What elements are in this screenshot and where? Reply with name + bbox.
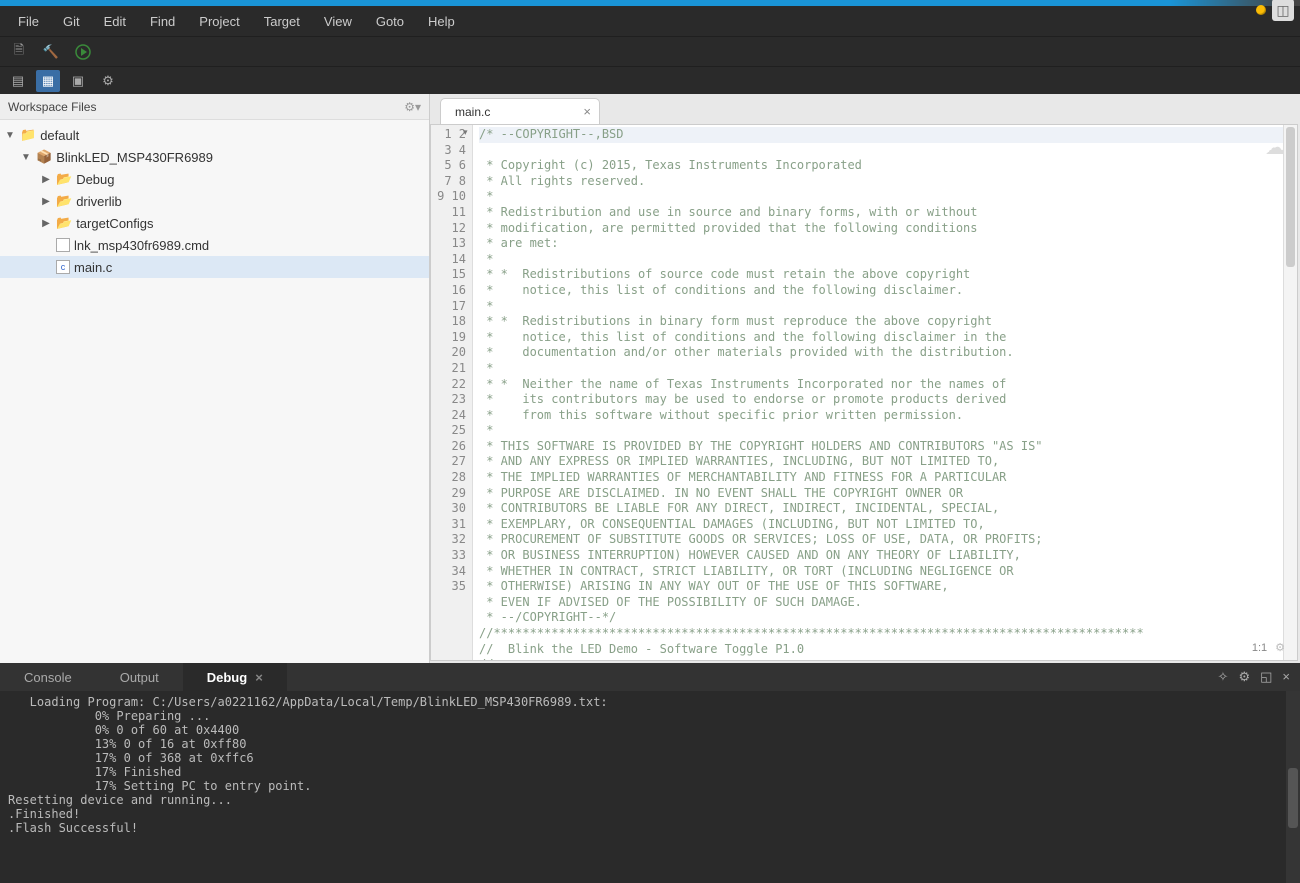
- console-scrollbar[interactable]: [1286, 691, 1300, 883]
- file-icon: [56, 238, 70, 252]
- menu-file[interactable]: File: [8, 10, 49, 33]
- bottom-tabbar: Console Output Debug × ✧ ⚙ ◱ ×: [0, 663, 1300, 691]
- panel-close-icon[interactable]: ×: [1282, 669, 1290, 685]
- tree-folder[interactable]: ▶📂 Debug: [0, 168, 429, 190]
- bottom-tab-label: Console: [24, 670, 72, 685]
- view-toolbar: ▤ ▦ ▣ ⚙: [0, 66, 1300, 94]
- file-icon: c: [56, 260, 70, 274]
- editor-tab-label: main.c: [455, 105, 490, 119]
- clear-icon[interactable]: ✧: [1218, 669, 1229, 685]
- tree-file[interactable]: c main.c: [0, 256, 429, 278]
- menu-view[interactable]: View: [314, 10, 362, 33]
- close-icon[interactable]: ×: [255, 670, 263, 685]
- tree-folder-label: driverlib: [76, 194, 122, 209]
- code-editor[interactable]: 1 2 3 4 5 6 7 8 9 10 11 12 13 14 15 16 1…: [430, 124, 1298, 661]
- project-root-icon: 📁: [20, 127, 36, 143]
- cloud-icon[interactable]: ☁: [1265, 135, 1285, 160]
- view-layout-3-icon[interactable]: ▣: [66, 70, 90, 92]
- editor-tabbar: main.c ×: [430, 94, 1300, 124]
- menu-edit[interactable]: Edit: [94, 10, 136, 33]
- tree-file-label: main.c: [74, 260, 112, 275]
- sidebar-gear-icon[interactable]: ⚙▾: [404, 100, 421, 114]
- folder-icon: 📂: [56, 215, 72, 231]
- bottom-tab-output[interactable]: Output: [96, 663, 183, 691]
- toolbar: 🗎 🔨: [0, 36, 1300, 66]
- menu-goto[interactable]: Goto: [366, 10, 414, 33]
- bottom-tab-console[interactable]: Console: [0, 663, 96, 691]
- menu-find[interactable]: Find: [140, 10, 185, 33]
- bottom-panel: Console Output Debug × ✧ ⚙ ◱ × Loading Prog…: [0, 663, 1300, 883]
- tree-project[interactable]: ▼📦 BlinkLED_MSP430FR6989: [0, 146, 429, 168]
- window-app-icon[interactable]: ◫: [1272, 0, 1294, 21]
- bottom-tab-label: Output: [120, 670, 159, 685]
- view-layout-2-icon[interactable]: ▦: [36, 70, 60, 92]
- menu-target[interactable]: Target: [254, 10, 310, 33]
- tree-file[interactable]: lnk_msp430fr6989.cmd: [0, 234, 429, 256]
- sidebar: Workspace Files ⚙▾ ▼📁 default ▼📦 BlinkLE…: [0, 94, 430, 663]
- menu-help[interactable]: Help: [418, 10, 465, 33]
- editor-gear-icon[interactable]: ⚙: [1275, 641, 1285, 654]
- new-file-icon[interactable]: 🗎: [10, 43, 28, 61]
- project-icon: 📦: [36, 149, 52, 165]
- cursor-position: 1:1: [1252, 642, 1267, 654]
- tree-folder-label: targetConfigs: [76, 216, 153, 231]
- folder-icon: 📂: [56, 193, 72, 209]
- settings-icon[interactable]: ⚙: [96, 70, 120, 92]
- folder-icon: 📂: [56, 171, 72, 187]
- fold-icon[interactable]: ▾: [463, 127, 468, 138]
- build-icon[interactable]: 🔨: [42, 43, 60, 61]
- maximize-icon[interactable]: ◱: [1260, 669, 1272, 685]
- editor-scrollbar[interactable]: [1283, 125, 1297, 660]
- panel-gear-icon[interactable]: ⚙: [1238, 669, 1250, 685]
- menubar: FileGitEditFindProjectTargetViewGotoHelp: [0, 6, 1300, 36]
- console-output[interactable]: Loading Program: C:/Users/a0221162/AppDa…: [0, 691, 1300, 883]
- window-titlebar: ◫: [0, 0, 1300, 6]
- editor-tab-main[interactable]: main.c ×: [440, 98, 600, 124]
- view-layout-1-icon[interactable]: ▤: [6, 70, 30, 92]
- code-content[interactable]: /* --COPYRIGHT--,BSD * Copyright (c) 201…: [473, 125, 1297, 660]
- editor-pane: main.c × 1 2 3 4 5 6 7 8 9 10 11 12 13 1…: [430, 94, 1300, 663]
- tree-project-label: BlinkLED_MSP430FR6989: [56, 150, 213, 165]
- tree-folder-label: Debug: [76, 172, 114, 187]
- tree-folder[interactable]: ▶📂 targetConfigs: [0, 212, 429, 234]
- close-icon[interactable]: ×: [583, 104, 591, 119]
- menu-project[interactable]: Project: [189, 10, 249, 33]
- bottom-tab-debug[interactable]: Debug ×: [183, 663, 287, 691]
- bottom-tab-label: Debug: [207, 670, 247, 685]
- tree-root[interactable]: ▼📁 default: [0, 124, 429, 146]
- tree-folder[interactable]: ▶📂 driverlib: [0, 190, 429, 212]
- sidebar-title: Workspace Files: [8, 100, 96, 114]
- line-gutter: 1 2 3 4 5 6 7 8 9 10 11 12 13 14 15 16 1…: [431, 125, 473, 660]
- menu-git[interactable]: Git: [53, 10, 90, 33]
- tree-root-label: default: [40, 128, 79, 143]
- window-minimize-icon[interactable]: [1256, 5, 1266, 15]
- sidebar-header: Workspace Files ⚙▾: [0, 94, 429, 120]
- run-icon[interactable]: [74, 43, 92, 61]
- file-tree[interactable]: ▼📁 default ▼📦 BlinkLED_MSP430FR6989 ▶📂 D…: [0, 120, 429, 663]
- tree-file-label: lnk_msp430fr6989.cmd: [74, 238, 209, 253]
